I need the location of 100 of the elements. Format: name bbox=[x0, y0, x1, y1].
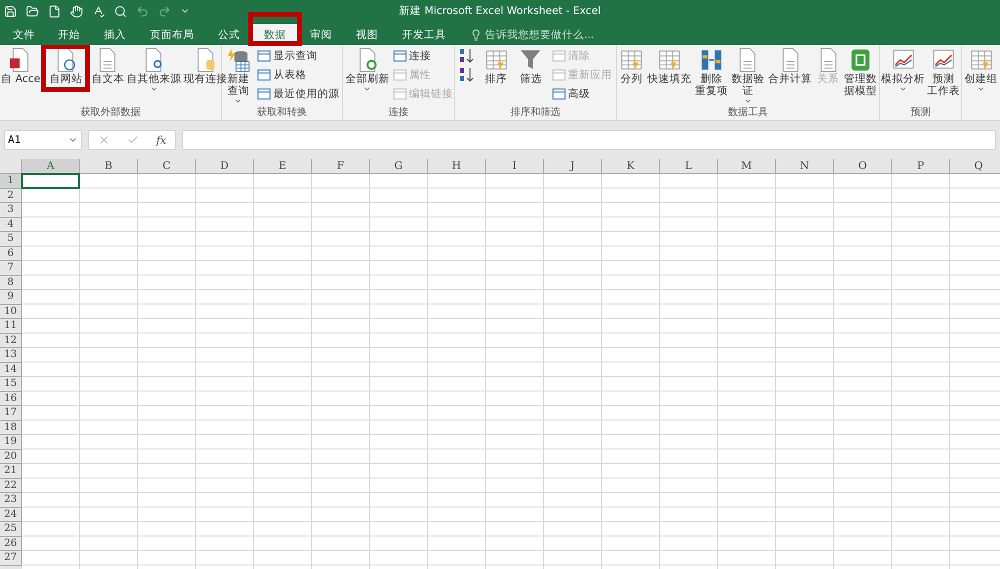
row-header[interactable]: 23 bbox=[0, 493, 22, 508]
row-header[interactable]: 4 bbox=[0, 218, 22, 232]
ribbon-button[interactable]: 自其他来源 bbox=[125, 47, 182, 93]
small-tool-icon bbox=[392, 87, 407, 101]
column-header[interactable]: A bbox=[22, 159, 80, 174]
group-label: 获取外部数据 bbox=[80, 106, 140, 120]
ribbon-button[interactable]: 自文本 bbox=[90, 47, 126, 85]
row-header[interactable]: 21 bbox=[0, 464, 22, 478]
row-header[interactable]: 9 bbox=[0, 290, 22, 304]
row-header[interactable]: 3 bbox=[0, 203, 22, 218]
row-header[interactable]: 17 bbox=[0, 406, 22, 420]
ribbon-small-button[interactable]: 连接 bbox=[392, 47, 453, 65]
ribbon-button[interactable]: 合并计算 bbox=[767, 47, 814, 85]
row-header[interactable]: 16 bbox=[0, 392, 22, 406]
row-header[interactable]: 25 bbox=[0, 522, 22, 536]
folder-icon[interactable] bbox=[26, 4, 39, 18]
column-header[interactable]: B bbox=[80, 159, 138, 174]
ribbon-small-button[interactable]: 从表格 bbox=[257, 66, 340, 84]
row-header[interactable]: 22 bbox=[0, 478, 22, 493]
column-header[interactable]: L bbox=[660, 159, 718, 174]
save-icon[interactable] bbox=[4, 4, 17, 18]
ribbon-tab[interactable]: 页面布局 bbox=[138, 24, 206, 45]
ribbon-button[interactable]: 预测 工作表 bbox=[926, 47, 961, 97]
row-header[interactable]: 27 bbox=[0, 551, 22, 566]
ribbon-button[interactable]: 模拟分析 bbox=[880, 47, 926, 93]
column-header[interactable]: P bbox=[892, 159, 950, 174]
column-header[interactable]: H bbox=[428, 159, 486, 174]
ribbon-tab[interactable]: 文件 bbox=[2, 24, 46, 45]
ribbon-tab[interactable]: 开始 bbox=[46, 24, 92, 45]
row-header[interactable]: 18 bbox=[0, 420, 22, 435]
column-header[interactable]: G bbox=[370, 159, 428, 174]
column-header[interactable]: Q bbox=[950, 159, 1000, 174]
row-header[interactable]: 8 bbox=[0, 276, 22, 290]
ribbon-button[interactable]: 自 Acce bbox=[0, 47, 42, 85]
column-header[interactable]: K bbox=[602, 159, 660, 174]
row-header[interactable]: 10 bbox=[0, 304, 22, 319]
small-tool-icon bbox=[257, 68, 272, 82]
column-header[interactable]: N bbox=[776, 159, 834, 174]
small-tool-icon bbox=[257, 49, 272, 63]
row-header[interactable]: 19 bbox=[0, 435, 22, 450]
row-header[interactable]: 13 bbox=[0, 348, 22, 362]
column-header[interactable]: J bbox=[544, 159, 602, 174]
row-header[interactable]: 20 bbox=[0, 450, 22, 464]
row-header[interactable]: 7 bbox=[0, 261, 22, 276]
ribbon-button[interactable]: 管理数 据模型 bbox=[843, 47, 878, 97]
ribbon-button[interactable]: 现有连接 bbox=[182, 47, 228, 85]
ribbon-small-button[interactable]: 最近使用的源 bbox=[257, 85, 340, 103]
ribbon-button[interactable]: 自网站 bbox=[48, 47, 84, 85]
sort-icon[interactable] bbox=[458, 47, 475, 65]
ribbon-button[interactable]: 筛选 bbox=[517, 47, 544, 85]
active-cell[interactable] bbox=[21, 173, 80, 188]
row-header[interactable]: 14 bbox=[0, 362, 22, 377]
small-tool-icon bbox=[257, 87, 272, 101]
ribbon-button[interactable]: 分列 bbox=[618, 47, 645, 85]
ribbon-button[interactable]: 创建组 bbox=[964, 47, 998, 93]
column-header[interactable]: E bbox=[254, 159, 312, 174]
insert-function-button[interactable]: fx bbox=[156, 134, 166, 146]
column-header[interactable]: C bbox=[138, 159, 196, 174]
row-header[interactable]: 6 bbox=[0, 246, 22, 261]
row-header[interactable]: 24 bbox=[0, 508, 22, 522]
touch-mode-icon[interactable] bbox=[70, 4, 83, 18]
ribbon-button[interactable]: 删除 重复项 bbox=[694, 47, 729, 97]
ribbon-button[interactable]: 全部刷新 bbox=[344, 47, 390, 93]
window-title: 新建 Microsoft Excel Worksheet - Excel bbox=[399, 4, 601, 18]
row-header[interactable]: 2 bbox=[0, 188, 22, 203]
small-tool-icon bbox=[392, 49, 407, 63]
small-tool-icon bbox=[552, 68, 566, 82]
column-header[interactable]: O bbox=[834, 159, 892, 174]
name-box[interactable]: A1 bbox=[4, 130, 82, 150]
ribbon-button[interactable]: 快速填充 bbox=[646, 47, 692, 85]
ribbon-button[interactable]: 数据验 证 bbox=[730, 47, 766, 105]
row-header[interactable]: 5 bbox=[0, 232, 22, 246]
ribbon-tab[interactable]: 公式 bbox=[206, 24, 252, 45]
spelling-icon[interactable] bbox=[92, 4, 105, 18]
ribbon-tab[interactable]: 插入 bbox=[92, 24, 138, 45]
row-header[interactable]: 12 bbox=[0, 334, 22, 348]
lightbulb-icon bbox=[470, 28, 482, 40]
row-header[interactable]: 11 bbox=[0, 319, 22, 334]
column-header[interactable]: I bbox=[486, 159, 544, 174]
ribbon-small-button[interactable]: 高级 bbox=[552, 85, 612, 103]
ribbon-tab[interactable]: 视图 bbox=[344, 24, 390, 45]
column-header[interactable]: M bbox=[718, 159, 776, 174]
new-file-icon[interactable] bbox=[48, 4, 61, 18]
ribbon-small-button[interactable]: 显示查询 bbox=[257, 47, 340, 65]
formula-input[interactable] bbox=[182, 130, 996, 150]
print-preview-icon[interactable] bbox=[114, 4, 127, 18]
sort-icon[interactable] bbox=[458, 66, 475, 84]
column-header[interactable]: D bbox=[196, 159, 254, 174]
ribbon-tab[interactable]: 开发工具 bbox=[390, 24, 458, 45]
row-header[interactable]: 1 bbox=[0, 174, 22, 188]
row-header[interactable]: 26 bbox=[0, 536, 22, 551]
tell-me-field[interactable]: 告诉我您想要做什么... bbox=[470, 24, 594, 45]
small-tool-icon bbox=[392, 68, 407, 82]
ribbon-button[interactable]: 排序 bbox=[482, 47, 510, 85]
group-label: 预测 bbox=[910, 106, 930, 120]
ribbon-tab[interactable]: 审阅 bbox=[298, 24, 344, 45]
row-header[interactable]: 15 bbox=[0, 377, 22, 392]
cell-grid[interactable] bbox=[22, 174, 1000, 569]
column-header[interactable]: F bbox=[312, 159, 370, 174]
group-label: 获取和转换 bbox=[257, 106, 307, 120]
